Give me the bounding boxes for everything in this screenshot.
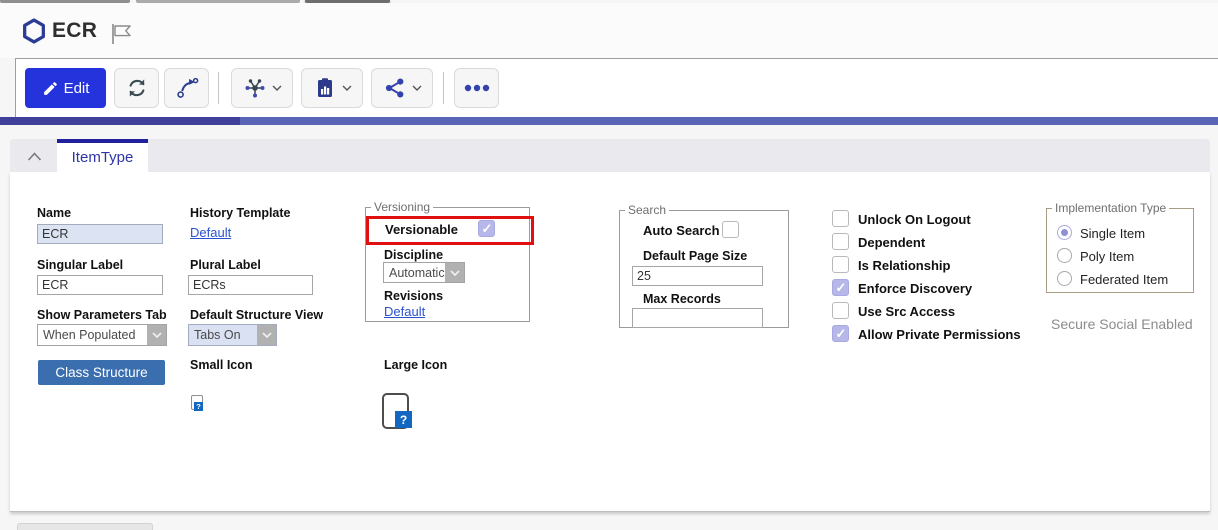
is-relationship-checkbox[interactable] — [832, 256, 849, 273]
more-actions-button[interactable] — [454, 68, 499, 108]
chevron-down-icon — [412, 85, 422, 91]
small-icon-placeholder[interactable]: ? — [191, 395, 203, 410]
application-window: ECR Edit — [0, 0, 1218, 530]
auto-search-label: Auto Search — [643, 223, 720, 238]
dependent-label: Dependent — [858, 235, 925, 250]
dependent-checkbox[interactable] — [832, 233, 849, 250]
use-src-access-checkbox[interactable] — [832, 302, 849, 319]
broken-image-icon: ? — [395, 411, 412, 428]
name-label: Name — [37, 206, 71, 220]
page-title: ECR — [52, 19, 97, 43]
plural-label-label: Plural Label — [190, 258, 261, 272]
search-legend: Search — [625, 203, 669, 217]
toolbar: Edit — [15, 58, 1218, 117]
implementation-type-legend: Implementation Type — [1052, 201, 1169, 215]
chevron-down-icon[interactable] — [147, 325, 166, 345]
secure-social-enabled-text: Secure Social Enabled — [1051, 316, 1193, 332]
hub-network-icon — [243, 76, 267, 100]
reports-menu-button[interactable] — [301, 68, 363, 108]
chevron-down-icon[interactable] — [445, 263, 464, 282]
federated-item-label: Federated Item — [1080, 272, 1168, 287]
singular-label-label: Singular Label — [37, 258, 123, 272]
edit-button-label: Edit — [64, 80, 90, 97]
share-menu-button[interactable] — [371, 68, 433, 108]
default-page-size-label: Default Page Size — [643, 249, 747, 263]
bottom-panel-remnant — [17, 523, 153, 530]
structure-menu-button[interactable] — [231, 68, 293, 108]
item-header: ECR — [0, 3, 1218, 58]
max-records-label: Max Records — [643, 292, 721, 306]
max-records-input[interactable] — [632, 308, 763, 328]
default-structure-view-label: Default Structure View — [190, 308, 323, 322]
promote-button[interactable] — [164, 68, 209, 108]
form-tab-strip: ItemType — [10, 139, 1210, 172]
toolbar-separator — [218, 72, 219, 104]
chevron-down-icon[interactable] — [257, 325, 276, 345]
refresh-button[interactable] — [114, 68, 159, 108]
enforce-discovery-checkbox[interactable] — [832, 279, 849, 296]
revisions-link[interactable]: Default — [384, 304, 425, 319]
singular-label-input[interactable] — [37, 275, 163, 295]
chevron-down-icon — [342, 85, 352, 91]
discipline-label: Discipline — [384, 248, 443, 262]
allow-private-permissions-checkbox[interactable] — [832, 325, 849, 342]
single-item-radio[interactable] — [1057, 225, 1072, 240]
ellipsis-icon — [464, 84, 490, 92]
tab-itemtype-label: ItemType — [72, 149, 134, 166]
toolbar-accent-bar — [0, 117, 1218, 125]
share-icon — [383, 76, 407, 100]
show-parameters-tab-value: When Populated — [38, 328, 135, 342]
promote-arrow-icon — [175, 76, 199, 100]
itemtype-form-panel: Name Singular Label Show Parameters Tab … — [10, 172, 1210, 512]
refresh-icon — [125, 76, 149, 100]
show-parameters-tab-select[interactable]: When Populated — [37, 324, 167, 346]
default-page-size-input[interactable] — [632, 266, 763, 286]
collapse-panel-button[interactable] — [22, 147, 46, 165]
small-icon-label: Small Icon — [190, 358, 253, 372]
unlock-on-logout-label: Unlock On Logout — [858, 212, 971, 227]
poly-item-label: Poly Item — [1080, 249, 1134, 264]
clipboard-chart-icon — [313, 76, 337, 100]
versionable-checkbox[interactable] — [478, 220, 495, 237]
enforce-discovery-label: Enforce Discovery — [858, 281, 972, 296]
edit-button[interactable]: Edit — [25, 68, 106, 108]
chevron-down-icon — [272, 85, 282, 91]
federated-item-radio[interactable] — [1057, 271, 1072, 286]
default-structure-view-value: Tabs On — [189, 328, 241, 342]
unlock-on-logout-checkbox[interactable] — [832, 210, 849, 227]
default-structure-view-select[interactable]: Tabs On — [188, 324, 277, 346]
toolbar-separator — [443, 72, 444, 104]
is-relationship-label: Is Relationship — [858, 258, 950, 273]
tab-itemtype[interactable]: ItemType — [57, 139, 148, 172]
broken-image-icon: ? — [194, 402, 203, 411]
single-item-label: Single Item — [1080, 226, 1145, 241]
class-structure-button[interactable]: Class Structure — [38, 360, 165, 385]
auto-search-checkbox[interactable] — [722, 221, 739, 238]
large-icon-label: Large Icon — [384, 358, 447, 372]
aras-hexagon-logo-icon — [20, 17, 48, 50]
allow-private-permissions-label: Allow Private Permissions — [858, 327, 1021, 342]
discipline-select[interactable]: Automatic — [383, 262, 465, 283]
name-input[interactable] — [37, 224, 163, 244]
poly-item-radio[interactable] — [1057, 248, 1072, 263]
plural-label-input[interactable] — [188, 275, 313, 295]
discipline-value: Automatic — [384, 266, 445, 280]
versioning-legend: Versioning — [371, 200, 433, 214]
history-template-label: History Template — [190, 206, 291, 220]
flag-icon[interactable] — [108, 21, 136, 52]
use-src-access-label: Use Src Access — [858, 304, 955, 319]
large-icon-placeholder[interactable]: ? — [382, 393, 409, 429]
history-template-link[interactable]: Default — [190, 225, 231, 240]
toolbar-accent-bar-segment — [0, 117, 240, 125]
versionable-label: Versionable — [385, 222, 458, 237]
pencil-icon — [42, 80, 59, 97]
show-parameters-tab-label: Show Parameters Tab — [37, 308, 167, 322]
revisions-label: Revisions — [384, 289, 443, 303]
